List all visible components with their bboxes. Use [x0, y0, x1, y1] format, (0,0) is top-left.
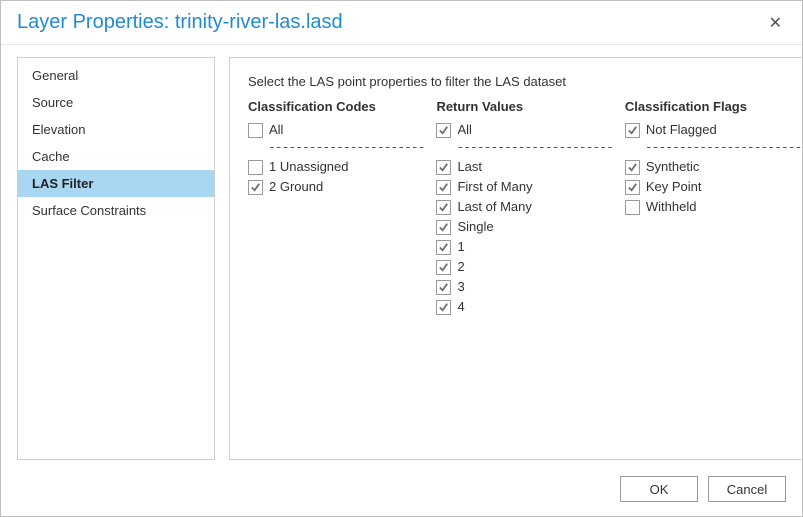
- checkbox-row: 1: [436, 237, 612, 257]
- checkbox-label: All: [457, 121, 471, 139]
- checkbox-row: All: [436, 120, 612, 140]
- column-header: Classification Codes: [248, 99, 424, 114]
- checkbox-row: 3: [436, 277, 612, 297]
- close-icon[interactable]: ✕: [765, 9, 786, 37]
- checkbox-row: Single: [436, 217, 612, 237]
- sidebar-item-source[interactable]: Source: [18, 89, 214, 116]
- group-divider: -----------------------: [625, 140, 801, 157]
- checkbox[interactable]: [436, 220, 451, 235]
- sidebar-item-elevation[interactable]: Elevation: [18, 116, 214, 143]
- checkbox[interactable]: [436, 180, 451, 195]
- checkbox-label: 3: [457, 278, 464, 296]
- checkbox-row: Not Flagged: [625, 120, 801, 140]
- titlebar: Layer Properties: trinity-river-las.lasd…: [1, 1, 802, 45]
- group-divider: -----------------------: [248, 140, 424, 157]
- checkbox-label: First of Many: [457, 178, 532, 196]
- filter-column: Return ValuesAll-----------------------L…: [436, 99, 612, 317]
- sidebar-item-las-filter[interactable]: LAS Filter: [18, 170, 214, 197]
- content-panel: Select the LAS point properties to filte…: [229, 57, 803, 460]
- checkbox-row: First of Many: [436, 177, 612, 197]
- group-divider: -----------------------: [436, 140, 612, 157]
- checkbox-row: Last: [436, 157, 612, 177]
- dialog-body: GeneralSourceElevationCacheLAS FilterSur…: [1, 45, 802, 460]
- instruction-text: Select the LAS point properties to filte…: [248, 74, 801, 89]
- checkbox-label: Last of Many: [457, 198, 531, 216]
- checkbox-row: All: [248, 120, 424, 140]
- checkbox[interactable]: [436, 123, 451, 138]
- checkbox-row: Withheld: [625, 197, 801, 217]
- sidebar-item-surface-constraints[interactable]: Surface Constraints: [18, 197, 214, 224]
- checkbox[interactable]: [625, 123, 640, 138]
- sidebar-item-general[interactable]: General: [18, 62, 214, 89]
- checkbox[interactable]: [436, 200, 451, 215]
- layer-properties-dialog: Layer Properties: trinity-river-las.lasd…: [0, 0, 803, 517]
- checkbox[interactable]: [248, 160, 263, 175]
- filter-columns: Classification CodesAll-----------------…: [248, 99, 801, 317]
- checkbox[interactable]: [436, 240, 451, 255]
- checkbox-label: Last: [457, 158, 482, 176]
- checkbox[interactable]: [436, 160, 451, 175]
- checkbox-label: Key Point: [646, 178, 702, 196]
- checkbox[interactable]: [625, 160, 640, 175]
- checkbox[interactable]: [625, 200, 640, 215]
- checkbox-label: Synthetic: [646, 158, 699, 176]
- checkbox-row: 4: [436, 297, 612, 317]
- sidebar: GeneralSourceElevationCacheLAS FilterSur…: [17, 57, 215, 460]
- checkbox-label: Withheld: [646, 198, 697, 216]
- checkbox[interactable]: [436, 300, 451, 315]
- ok-button[interactable]: OK: [620, 476, 698, 502]
- checkbox-label: All: [269, 121, 283, 139]
- checkbox-label: Not Flagged: [646, 121, 717, 139]
- checkbox[interactable]: [248, 123, 263, 138]
- checkbox-row: Key Point: [625, 177, 801, 197]
- checkbox[interactable]: [625, 180, 640, 195]
- checkbox-label: 1: [457, 238, 464, 256]
- checkbox-row: 1 Unassigned: [248, 157, 424, 177]
- checkbox-label: 4: [457, 298, 464, 316]
- filter-column: Classification Codes All-----------------…: [248, 99, 424, 317]
- checkbox-row: Last of Many: [436, 197, 612, 217]
- column-header: Return Values: [436, 99, 612, 114]
- column-header: Classification Flags: [625, 99, 801, 114]
- filter-column: Classification Flags Not Flagged---------…: [625, 99, 801, 317]
- cancel-button[interactable]: Cancel: [708, 476, 786, 502]
- dialog-title: Layer Properties: trinity-river-las.lasd: [17, 11, 343, 34]
- checkbox-label: Single: [457, 218, 493, 236]
- checkbox[interactable]: [248, 180, 263, 195]
- checkbox-row: 2: [436, 257, 612, 277]
- dialog-footer: OK Cancel: [620, 476, 786, 502]
- checkbox[interactable]: [436, 280, 451, 295]
- sidebar-item-cache[interactable]: Cache: [18, 143, 214, 170]
- checkbox-row: Synthetic: [625, 157, 801, 177]
- checkbox-label: 2: [457, 258, 464, 276]
- checkbox-label: 1 Unassigned: [269, 158, 349, 176]
- checkbox-label: 2 Ground: [269, 178, 323, 196]
- checkbox[interactable]: [436, 260, 451, 275]
- checkbox-row: 2 Ground: [248, 177, 424, 197]
